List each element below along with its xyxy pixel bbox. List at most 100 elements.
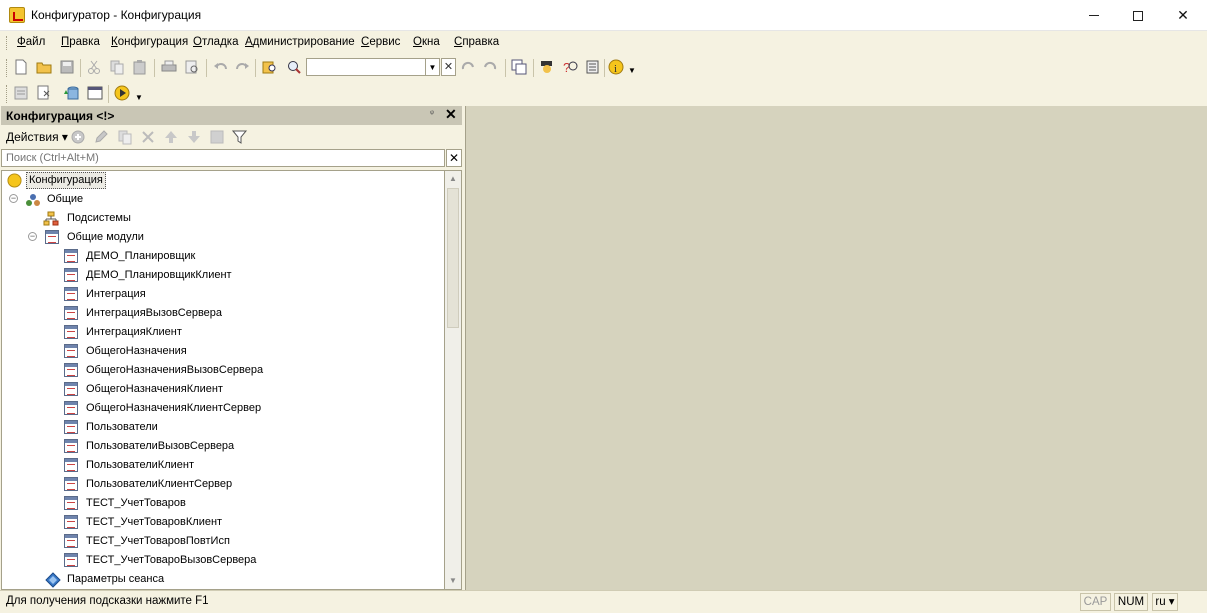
tree-node-module[interactable]: ТЕСТ_УчетТовароВызовСервера bbox=[2, 551, 442, 570]
tree-node-module[interactable]: ОбщегоНазначенияКлиентСервер bbox=[2, 399, 442, 418]
tree-search-input[interactable] bbox=[2, 150, 444, 166]
scrollbar-thumb[interactable] bbox=[447, 188, 459, 328]
help-contents-icon[interactable] bbox=[585, 59, 601, 75]
module-icon bbox=[64, 268, 78, 282]
minimize-button[interactable] bbox=[1071, 0, 1117, 31]
menu-help[interactable]: Справка bbox=[454, 36, 499, 48]
paste-icon[interactable] bbox=[132, 59, 148, 75]
move-down-icon[interactable] bbox=[186, 129, 202, 145]
close-button[interactable]: ✕ bbox=[1160, 0, 1206, 31]
pin-icon[interactable]: ᵠ bbox=[430, 108, 434, 118]
module-icon bbox=[64, 344, 78, 358]
module-icon bbox=[64, 553, 78, 567]
minimize-icon bbox=[1089, 15, 1099, 16]
tree-node-module[interactable]: ДЕМО_Планировщик bbox=[2, 247, 442, 266]
tree-node-session-params[interactable]: Параметры сеанса bbox=[2, 570, 442, 589]
search-combo-input[interactable] bbox=[306, 58, 426, 76]
syntax-assistant-icon[interactable] bbox=[539, 59, 555, 75]
tree-node-module[interactable]: ТЕСТ_УчетТоваровПовтИсп bbox=[2, 532, 442, 551]
tree-node-module[interactable]: Пользователи bbox=[2, 418, 442, 437]
status-hint: Для получения подсказки нажмите F1 bbox=[6, 595, 209, 607]
tree-node-module[interactable]: ТЕСТ_УчетТоваров bbox=[2, 494, 442, 513]
tree-node-module[interactable]: ИнтеграцияВызовСервера bbox=[2, 304, 442, 323]
collapse-toggle-icon[interactable]: − bbox=[9, 194, 18, 203]
undo-icon[interactable] bbox=[213, 59, 229, 75]
tree-node-module[interactable]: ДЕМО_ПланировщикКлиент bbox=[2, 266, 442, 285]
find-in-files-icon[interactable] bbox=[262, 59, 278, 75]
language-indicator[interactable]: ru ▾ bbox=[1152, 593, 1178, 611]
menu-file[interactable]: Файл bbox=[17, 36, 45, 48]
tree-node-common-modules[interactable]: − Общие модули bbox=[2, 228, 442, 247]
tree-node-module[interactable]: Интеграция bbox=[2, 285, 442, 304]
module-icon bbox=[64, 420, 78, 434]
clear-search-icon[interactable]: ✕ bbox=[441, 58, 456, 76]
tree-node-module[interactable]: ПользователиКлиентСервер bbox=[2, 475, 442, 494]
add-icon[interactable] bbox=[70, 129, 86, 145]
open-configuration-icon[interactable] bbox=[13, 85, 29, 101]
tree-node-module[interactable]: ПользователиКлиент bbox=[2, 456, 442, 475]
copy-icon[interactable] bbox=[109, 59, 125, 75]
chevron-down-icon[interactable]: ▼ bbox=[135, 93, 143, 102]
windows-list-icon[interactable] bbox=[511, 59, 527, 75]
module-icon bbox=[64, 401, 78, 415]
tree-node-module[interactable]: ОбщегоНазначенияВызовСервера bbox=[2, 361, 442, 380]
filter-icon[interactable] bbox=[232, 129, 248, 145]
tree-node-label: Конфигурация bbox=[26, 172, 106, 189]
menu-administration[interactable]: Администрирование bbox=[245, 36, 355, 48]
toolbar-grip[interactable] bbox=[6, 85, 9, 103]
cut-icon[interactable] bbox=[86, 59, 102, 75]
menu-debug[interactable]: Отладка bbox=[193, 36, 238, 48]
tree-node-module[interactable]: ОбщегоНазначения bbox=[2, 342, 442, 361]
print-preview-icon[interactable] bbox=[184, 59, 200, 75]
tree-node-subsystems[interactable]: Подсистемы bbox=[2, 209, 442, 228]
update-database-icon[interactable] bbox=[63, 85, 79, 101]
chevron-down-icon[interactable]: ▼ bbox=[426, 58, 440, 76]
toolbar-separator bbox=[604, 59, 605, 77]
compare-configurations-icon[interactable] bbox=[36, 85, 52, 101]
start-debugging-icon[interactable] bbox=[114, 85, 130, 101]
scroll-up-icon[interactable]: ▲ bbox=[445, 171, 461, 187]
context-help-icon[interactable]: ? bbox=[562, 59, 578, 75]
tree-search-field[interactable] bbox=[1, 149, 445, 167]
configuration-toolbar: ▼ bbox=[0, 80, 1207, 108]
save-icon[interactable] bbox=[59, 59, 75, 75]
tree-node-module[interactable]: ИнтеграцияКлиент bbox=[2, 323, 442, 342]
form-designer-icon[interactable] bbox=[87, 85, 103, 101]
move-up-icon[interactable] bbox=[163, 129, 179, 145]
maximize-button[interactable] bbox=[1115, 0, 1161, 31]
search-icon[interactable] bbox=[286, 59, 302, 75]
menu-windows[interactable]: Окна bbox=[413, 36, 440, 48]
find-next-icon[interactable] bbox=[482, 59, 498, 75]
delete-icon[interactable] bbox=[140, 129, 156, 145]
tree-node-label: ОбщегоНазначенияКлиент bbox=[86, 383, 223, 395]
sort-icon[interactable] bbox=[209, 129, 225, 145]
tree-node-label: ИнтеграцияКлиент bbox=[86, 326, 182, 338]
tree-node-root[interactable]: Конфигурация bbox=[2, 171, 442, 190]
menu-grip[interactable] bbox=[6, 36, 9, 50]
copy-item-icon[interactable] bbox=[117, 129, 133, 145]
tree-node-module[interactable]: ПользователиВызовСервера bbox=[2, 437, 442, 456]
new-file-icon[interactable] bbox=[13, 59, 29, 75]
toolbar-grip[interactable] bbox=[6, 59, 9, 77]
actions-menu-button[interactable]: Действия ▾ bbox=[6, 130, 68, 144]
menu-service[interactable]: Сервис bbox=[361, 36, 400, 48]
menu-configuration[interactable]: Конфигурация bbox=[111, 36, 188, 48]
print-icon[interactable] bbox=[161, 59, 177, 75]
status-bar: Для получения подсказки нажмите F1 CAP N… bbox=[0, 590, 1207, 613]
edit-icon[interactable] bbox=[93, 129, 109, 145]
menu-edit[interactable]: Правка bbox=[61, 36, 100, 48]
info-icon[interactable]: i bbox=[608, 59, 624, 75]
tree-node-common[interactable]: − Общие bbox=[2, 190, 442, 209]
tree-node-module[interactable]: ОбщегоНазначенияКлиент bbox=[2, 380, 442, 399]
clear-filter-icon[interactable]: ✕ bbox=[446, 149, 462, 167]
maximize-icon bbox=[1133, 10, 1143, 21]
redo-icon[interactable] bbox=[234, 59, 250, 75]
scroll-down-icon[interactable]: ▼ bbox=[445, 573, 461, 589]
chevron-down-icon[interactable]: ▼ bbox=[628, 66, 636, 75]
tree-scrollbar[interactable]: ▲ ▼ bbox=[445, 170, 462, 590]
collapse-toggle-icon[interactable]: − bbox=[28, 232, 37, 241]
tree-node-module[interactable]: ТЕСТ_УчетТоваровКлиент bbox=[2, 513, 442, 532]
panel-close-icon[interactable]: ✕ bbox=[445, 106, 457, 123]
open-folder-icon[interactable] bbox=[36, 59, 52, 75]
find-previous-icon[interactable] bbox=[460, 59, 476, 75]
